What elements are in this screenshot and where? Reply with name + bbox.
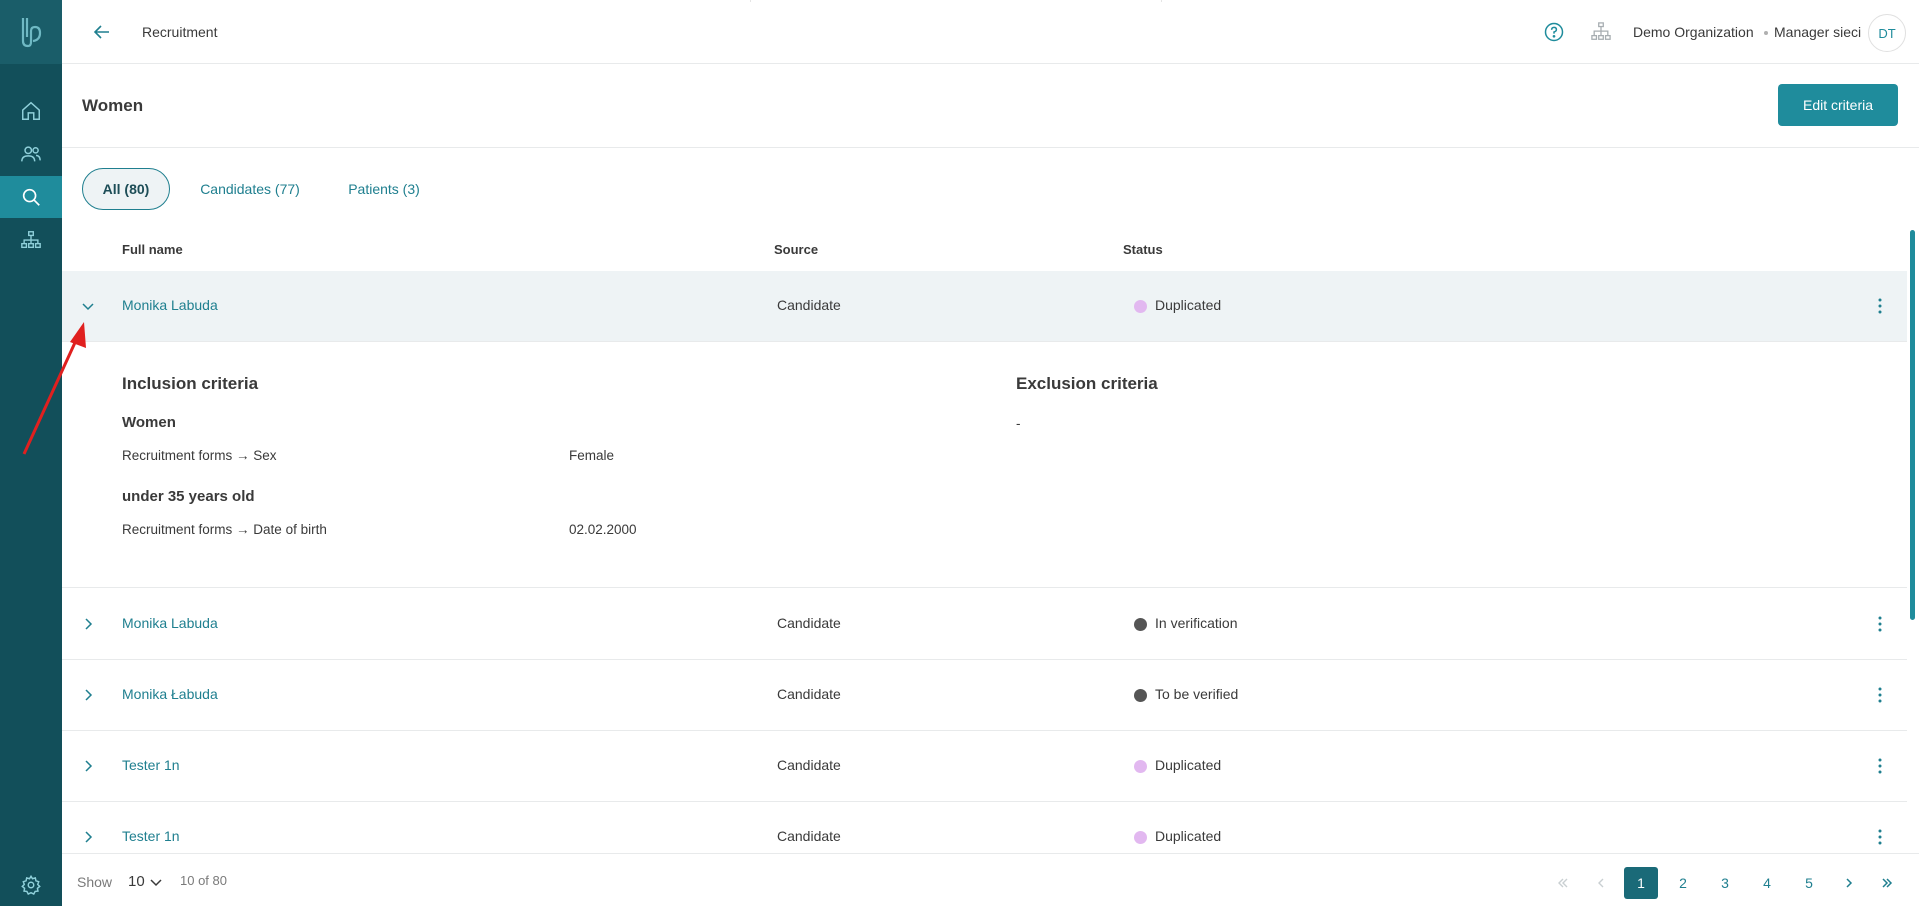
table-row[interactable]: Monika Labuda Candidate Duplicated: [62, 271, 1907, 342]
status-dot: [1134, 618, 1147, 631]
status-dot: [1134, 689, 1147, 702]
search-icon: [22, 188, 40, 206]
top-tab-notch: [750, 0, 1162, 2]
status-dot: [1134, 831, 1147, 844]
criteria-group-title: under 35 years old: [122, 488, 255, 505]
inclusion-criteria-title: Inclusion criteria: [122, 374, 259, 393]
more-vertical-icon[interactable]: [1872, 827, 1888, 847]
sidebar-item-search[interactable]: [0, 176, 62, 218]
table-row[interactable]: Tester 1n Candidate Duplicated: [62, 731, 1907, 802]
hierarchy-icon[interactable]: [1590, 22, 1612, 42]
more-vertical-icon[interactable]: [1872, 756, 1888, 776]
avatar[interactable]: DT: [1868, 14, 1906, 52]
row-full-name[interactable]: Tester 1n: [122, 757, 180, 773]
row-source: Candidate: [777, 757, 841, 773]
row-status: To be verified: [1155, 686, 1239, 702]
first-page-button[interactable]: [1546, 867, 1580, 899]
page-button-5[interactable]: 5: [1792, 867, 1826, 899]
users-icon: [21, 146, 41, 162]
sidebar-item-structure[interactable]: [0, 219, 62, 261]
status-dot: [1134, 760, 1147, 773]
criteria-value: Female: [569, 448, 615, 463]
column-header-full-name[interactable]: Full name: [122, 242, 183, 257]
pagination-bar: Show 10 10 of 80 1 2 3 4 5: [62, 853, 1919, 906]
hierarchy-icon: [21, 231, 41, 249]
criteria-field: Recruitment forms → Sex: [122, 448, 277, 463]
more-vertical-icon[interactable]: [1872, 614, 1888, 634]
sidebar-item-settings[interactable]: [0, 864, 62, 906]
column-header-status[interactable]: Status: [1123, 242, 1163, 257]
page-header: Women Edit criteria: [62, 64, 1919, 148]
sidebar-item-users[interactable]: [0, 133, 62, 175]
chevron-right-icon: [1846, 878, 1853, 888]
row-full-name[interactable]: Monika Łabuda: [122, 686, 218, 702]
previous-page-button[interactable]: [1584, 867, 1618, 899]
tab-all[interactable]: All (80): [82, 168, 170, 210]
row-status: In verification: [1155, 615, 1238, 631]
chevrons-left-icon: [1558, 878, 1568, 888]
row-status: Duplicated: [1155, 757, 1222, 773]
table-header: Full name Source Status: [62, 232, 1919, 270]
chevron-right-icon[interactable]: [80, 829, 96, 845]
page-title: Women: [82, 96, 144, 115]
row-source: Candidate: [777, 686, 841, 702]
row-source: Candidate: [777, 615, 841, 631]
results-count: 10 of 80: [180, 873, 227, 888]
chevrons-right-icon: [1882, 878, 1893, 888]
help-icon[interactable]: [1544, 22, 1564, 42]
home-icon: [22, 101, 40, 120]
page-button-2[interactable]: 2: [1666, 867, 1700, 899]
top-bar: Recruitment Demo Organization Manager si…: [62, 0, 1919, 64]
chevron-down-icon[interactable]: [80, 298, 96, 314]
table-row[interactable]: Monika Labuda Candidate In verification: [62, 589, 1907, 660]
criteria-field: Recruitment forms → Date of birth: [122, 522, 327, 537]
chevron-right-icon[interactable]: [80, 616, 96, 632]
sidebar: [0, 0, 62, 906]
breadcrumb: Recruitment: [142, 24, 218, 40]
chevron-down-icon[interactable]: [149, 875, 163, 889]
user-role[interactable]: Manager sieci: [1774, 24, 1861, 40]
page-button-4[interactable]: 4: [1750, 867, 1784, 899]
app-logo[interactable]: [0, 0, 62, 64]
sidebar-item-home[interactable]: [0, 90, 62, 132]
chevron-left-icon: [1598, 878, 1604, 888]
row-source: Candidate: [777, 297, 841, 313]
more-vertical-icon[interactable]: [1872, 685, 1888, 705]
column-header-source[interactable]: Source: [774, 242, 818, 257]
tab-candidates[interactable]: Candidates (77): [188, 168, 312, 210]
row-detail-panel: Inclusion criteria Women Recruitment for…: [62, 342, 1907, 588]
separator-dot: [1764, 31, 1768, 35]
row-source: Candidate: [777, 828, 841, 844]
row-full-name[interactable]: Monika Labuda: [122, 297, 218, 313]
exclusion-criteria-title: Exclusion criteria: [1016, 374, 1158, 393]
row-status: Duplicated: [1155, 297, 1222, 313]
page-size-label: Show: [77, 874, 113, 890]
row-full-name[interactable]: Tester 1n: [122, 828, 180, 844]
organization-name[interactable]: Demo Organization: [1633, 24, 1754, 40]
logo-icon: [21, 18, 42, 48]
exclusion-criteria-value: -: [1016, 416, 1021, 431]
chevron-right-icon[interactable]: [80, 687, 96, 703]
status-dot: [1134, 300, 1147, 313]
criteria-group-title: Women: [122, 414, 176, 431]
row-status: Duplicated: [1155, 828, 1222, 844]
more-vertical-icon[interactable]: [1872, 296, 1888, 316]
row-full-name[interactable]: Monika Labuda: [122, 615, 218, 631]
arrow-left-icon[interactable]: [92, 22, 112, 42]
page-button-3[interactable]: 3: [1708, 867, 1742, 899]
next-page-button[interactable]: [1832, 867, 1866, 899]
criteria-value: 02.02.2000: [569, 522, 637, 537]
last-page-button[interactable]: [1870, 867, 1904, 899]
page-button-1[interactable]: 1: [1624, 867, 1658, 899]
chevron-right-icon[interactable]: [80, 758, 96, 774]
edit-criteria-button[interactable]: Edit criteria: [1778, 84, 1898, 126]
gear-icon: [21, 874, 41, 895]
table-row[interactable]: Monika Łabuda Candidate To be verified: [62, 660, 1907, 731]
page-size-select[interactable]: 10: [128, 873, 145, 890]
scrollbar[interactable]: [1910, 230, 1915, 620]
tab-patients[interactable]: Patients (3): [336, 168, 432, 210]
